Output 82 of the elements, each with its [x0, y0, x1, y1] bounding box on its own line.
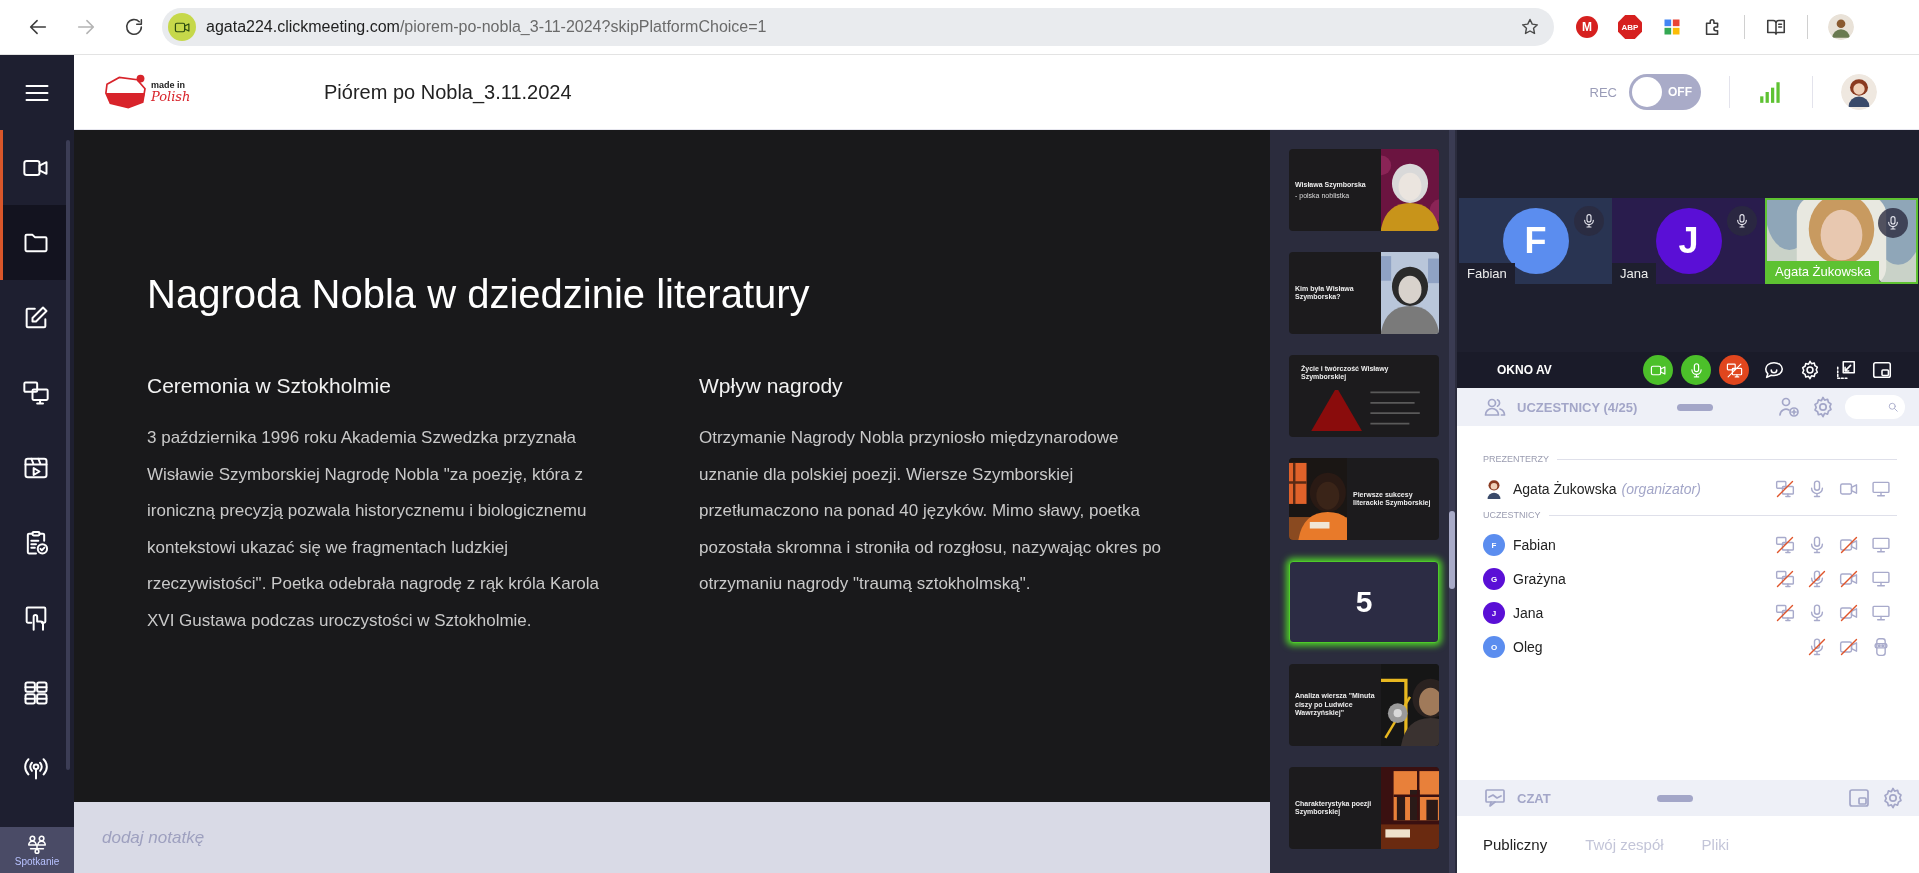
participant-role: (organizator): [1621, 481, 1701, 497]
slide-thumbnail[interactable]: 5: [1289, 561, 1439, 643]
meeting-title: Piórem po Nobla_3.11.2024: [324, 80, 572, 104]
chat-icon[interactable]: [1763, 359, 1785, 381]
rec-label: REC: [1589, 84, 1617, 100]
star-icon[interactable]: [1520, 17, 1540, 37]
mic-icon[interactable]: [1807, 637, 1827, 657]
mic-button[interactable]: [1727, 206, 1757, 236]
monitor-icon: [1871, 569, 1891, 589]
logo-text: made in: [151, 81, 186, 90]
search-field[interactable]: [1845, 395, 1905, 419]
notes-field[interactable]: dodaj notatkę: [100, 826, 404, 849]
panel-title: UCZESTNICY (4/25): [1517, 399, 1638, 415]
avatar-initial: J: [1655, 208, 1722, 274]
participant-name: Fabian: [1459, 263, 1515, 284]
drag-handle[interactable]: [1677, 403, 1714, 411]
panel-title: OKNO AV: [1497, 363, 1552, 377]
monitor-icon: [1871, 603, 1891, 623]
mic-button[interactable]: [1574, 206, 1604, 236]
screen-share-icon[interactable]: [1775, 535, 1795, 555]
chat-icon: [1483, 786, 1507, 810]
screen-share-icon[interactable]: [1775, 479, 1795, 499]
video-camera-icon[interactable]: [1839, 569, 1859, 589]
map-logo-icon: [104, 73, 148, 111]
user-avatar[interactable]: [1841, 74, 1877, 110]
mic-icon: [1734, 213, 1750, 229]
mic-icon: [1885, 215, 1901, 231]
participant-name: Grażyna: [1513, 571, 1566, 587]
video-tile[interactable]: F Fabian: [1459, 198, 1612, 284]
participant-name: Agata Żukowska: [1767, 261, 1880, 282]
mic-button[interactable]: [1681, 355, 1711, 385]
slide-heading: Wpływ nagrody: [699, 374, 844, 398]
video-camera-icon[interactable]: [1839, 603, 1859, 623]
video-camera-icon[interactable]: [1839, 535, 1859, 555]
reload-icon[interactable]: [123, 16, 145, 38]
participant-name: Oleg: [1513, 639, 1543, 655]
logo-text: Polish: [151, 90, 191, 103]
section-label: UCZESTNICY: [1483, 510, 1541, 520]
robot-icon: [1871, 637, 1891, 657]
camera-icon[interactable]: [168, 13, 196, 41]
profile-avatar[interactable]: [1828, 14, 1854, 40]
address-bar[interactable]: agata224.clickmeeting.com/piorem-po-nobla_3-11-2024?skipPlatformChoice=1: [162, 8, 1554, 46]
avatar-initial: F: [1483, 534, 1505, 556]
url-text: agata224.clickmeeting.com/piorem-po-nobla_3-11-2024?skipPlatformChoice=1: [206, 18, 768, 36]
participant-name: Agata Żukowska: [1513, 481, 1617, 497]
avatar-initial: G: [1483, 568, 1505, 590]
camera-button[interactable]: [1643, 355, 1673, 385]
mic-icon: [1581, 213, 1597, 229]
video-camera-icon[interactable]: [1839, 637, 1859, 657]
panel-title: CZAT: [1517, 790, 1551, 806]
screen-share-icon[interactable]: [1775, 569, 1795, 589]
people-icon: [25, 833, 49, 856]
extension-icon[interactable]: M: [1576, 16, 1598, 38]
monitor-icon: [1871, 479, 1891, 499]
scrollbar-thumb[interactable]: [1449, 511, 1455, 589]
search-icon: [1887, 401, 1899, 413]
participant-name: Jana: [1612, 263, 1657, 284]
mic-icon[interactable]: [1807, 569, 1827, 589]
sidebar-item[interactable]: [0, 205, 68, 280]
slide-heading: Ceremonia w Sztokholmie: [147, 374, 392, 398]
settings-icon[interactable]: [1799, 359, 1821, 381]
minimize-icon[interactable]: [1835, 359, 1857, 381]
participant-name: Jana: [1513, 605, 1544, 621]
avatar-initial: O: [1483, 636, 1505, 658]
slide-title: Nagroda Nobla w dziedzinie literatury: [147, 271, 811, 318]
participant-name: Fabian: [1513, 537, 1556, 553]
screen-share-icon[interactable]: [1775, 603, 1795, 623]
blocks-icon[interactable]: [1662, 17, 1682, 37]
video-tile[interactable]: J Jana: [1612, 198, 1765, 284]
drag-handle[interactable]: [1656, 794, 1693, 802]
monitor-icon: [1871, 535, 1891, 555]
picture-in-picture-icon[interactable]: [1871, 359, 1893, 381]
extension-icon[interactable]: ABP: [1618, 15, 1642, 39]
avatar-initial: J: [1483, 602, 1505, 624]
slide-paragraph: Otrzymanie Nagrody Nobla przyniosło międzynarodowe uznanie dla polskiej poezji. Wiersze Szymborskiej przetłumaczono na ponad 40 języków. Mimo sławy, poetka pozostała skromna i stroniła od rozgłosu, nazywając okres po otrzymaniu nagrody "traumą sztokholmską".: [699, 427, 1163, 595]
section-label: PREZENTERZY: [1483, 454, 1549, 464]
screens-icon: [1725, 361, 1743, 379]
slide-paragraph: 3 października 1996 roku Akademia Szwedzka przyznała Wisławie Szymborskiej Nagrodę Nobla "za poezję, która z ironiczną precyzją pozwala historycznemu i biologicznemu kontekstowi ukazać się we fragmentach ludzkiej rzeczywistości". Poetka odebrała nagrodę z rąk króla Karola XVI Gustawa podczas uroczystości w Sztokholmie.: [147, 427, 601, 632]
share-button[interactable]: [1719, 355, 1749, 385]
slide-number: 5: [1355, 585, 1373, 619]
meeting-tab[interactable]: Spotkanie: [0, 827, 74, 873]
chat-tab[interactable]: Publiczny: [1483, 836, 1548, 853]
